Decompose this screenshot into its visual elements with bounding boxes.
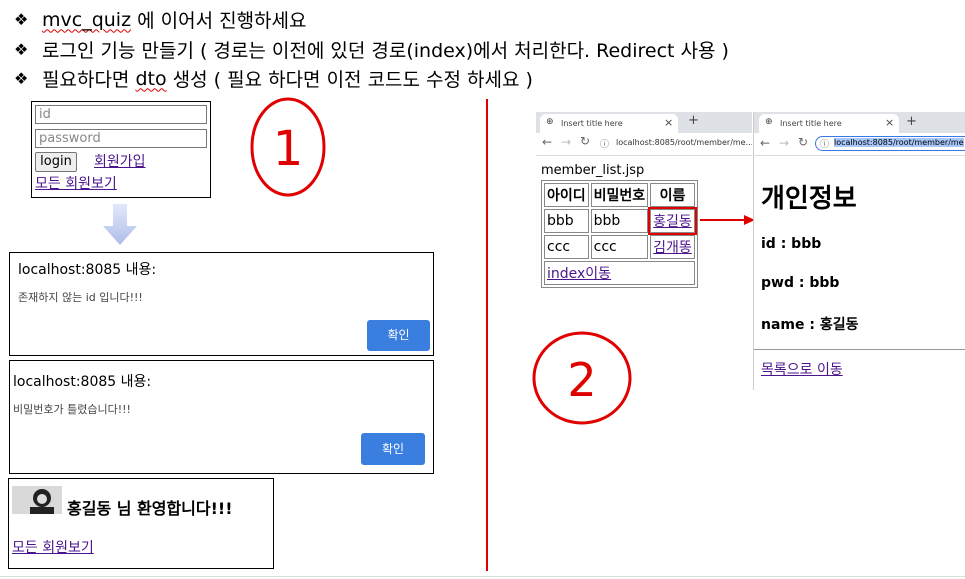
login-form: id password login 회원가입 모든 회원보기 [31, 101, 211, 198]
instruction-1-text: 에 이어서 진행하세요 [131, 10, 307, 32]
table-header-row: 아이디 비밀번호 이름 [544, 183, 695, 207]
url-field[interactable]: ⓘ localhost:8085/root/member/me [815, 136, 965, 151]
close-tab-icon[interactable]: × [664, 116, 673, 129]
instruction-2: ❖ 로그인 기능 만들기 ( 경로는 이전에 있던 경로(index)에서 처리… [14, 36, 729, 63]
tab-title: Insert title here [561, 119, 623, 128]
table-row: bbb bbb 홍길동 [544, 207, 697, 235]
url-text[interactable]: localhost:8085/root/member/me... [616, 138, 752, 147]
info-icon: ⓘ [820, 140, 830, 150]
back-icon[interactable]: ← [542, 135, 552, 149]
member-name-link[interactable]: 홍길동 [653, 214, 692, 230]
dialog-wrong-password: localhost:8085 내용: 비밀번호가 틀렸습니다!!! 확인 [9, 360, 434, 474]
detail-pwd: pwd : bbb [761, 275, 840, 291]
browser-tab[interactable]: ⊕ Insert title here × [759, 114, 899, 133]
reload-icon[interactable]: ↻ [798, 135, 808, 149]
table-cell: bbb [544, 209, 589, 233]
instruction-3: ❖ 필요하다면 dto 생성 ( 필요 하다면 이전 코드도 수정 하세요 ) [14, 65, 533, 92]
horizontal-rule [754, 349, 965, 350]
dialog-title: localhost:8085 내용: [13, 374, 152, 390]
index-link[interactable]: index이동 [547, 266, 611, 282]
close-tab-icon[interactable]: × [885, 116, 894, 129]
annotation-circle-one: 1 [250, 97, 326, 197]
table-row: ccc ccc 김개똥 [544, 235, 695, 259]
instruction-3-text-c: 생성 ( 필요 하다면 이전 코드도 수정 하세요 ) [166, 69, 533, 91]
tab-title: Insert title here [780, 119, 842, 128]
name-link-cell[interactable]: 김개똥 [650, 235, 695, 259]
member-name-link[interactable]: 김개똥 [653, 240, 692, 256]
url-text[interactable]: localhost:8085/root/member/me [834, 138, 964, 147]
dialog-invalid-id: localhost:8085 내용: 존재하지 않는 id 입니다!!! 확인 [9, 252, 434, 356]
annotation-one-label: 1 [273, 121, 304, 177]
diamond-bullet-icon: ❖ [14, 69, 29, 88]
id-input[interactable]: id [35, 105, 207, 124]
view-all-members-link[interactable]: 모든 회원보기 [35, 173, 117, 193]
new-tab-icon[interactable]: + [688, 113, 699, 128]
new-tab-icon[interactable]: + [906, 114, 917, 129]
forward-icon[interactable]: → [779, 136, 789, 150]
detail-title: 개인정보 [761, 184, 857, 214]
instruction-1-keyword: mvc_quiz [42, 8, 132, 31]
back-icon[interactable]: ← [760, 136, 770, 150]
globe-icon: ⊕ [546, 117, 554, 127]
view-all-members-link[interactable]: 모든 회원보기 [12, 537, 94, 557]
page-heading: member_list.jsp [541, 163, 645, 178]
address-bar: ← → ↻ ⓘ localhost:8085/root/member/me [754, 133, 965, 156]
name-link-cell[interactable]: 홍길동 [648, 207, 697, 235]
instruction-2-text: 로그인 기능 만들기 ( 경로는 이전에 있던 경로(index)에서 처리한다… [42, 40, 729, 62]
detail-name: name : 홍길동 [761, 317, 859, 333]
detail-id: id : bbb [761, 236, 822, 252]
member-table: 아이디 비밀번호 이름 bbb bbb 홍길동 ccc ccc 김개똥 inde… [541, 180, 698, 288]
table-cell: ccc [544, 235, 589, 259]
down-arrow-icon [103, 204, 137, 245]
back-to-list-link[interactable]: 목록으로 이동 [761, 359, 843, 379]
dialog-message: 비밀번호가 틀렸습니다!!! [13, 403, 131, 416]
login-button[interactable]: login [35, 152, 77, 172]
password-input[interactable]: password [35, 129, 207, 148]
table-cell: ccc [590, 235, 649, 259]
welcome-message: 홍길동 님 환영합니다!!! [67, 499, 233, 518]
browser-member-detail: ⊕ Insert title here × + ← → ↻ ⓘ localhos… [753, 112, 965, 390]
dialog-ok-button[interactable]: 확인 [367, 320, 430, 351]
diamond-bullet-icon: ❖ [14, 40, 29, 59]
instruction-1: ❖ mvc_quiz 에 이어서 진행하세요 [14, 6, 307, 33]
table-cell: bbb [590, 209, 649, 233]
dialog-title: localhost:8085 내용: [18, 262, 157, 278]
table-row: index이동 [544, 261, 695, 285]
column-header: 비밀번호 [590, 183, 649, 207]
column-header: 이름 [650, 183, 695, 207]
column-header: 아이디 [544, 183, 589, 207]
welcome-panel: 홍길동 님 환영합니다!!! 모든 회원보기 [8, 478, 274, 569]
annotation-circle-two: 2 [532, 331, 632, 425]
instruction-3-keyword: dto [135, 67, 167, 90]
index-link-cell[interactable]: index이동 [544, 261, 695, 285]
divider [486, 99, 488, 571]
info-icon: ⓘ [600, 140, 610, 150]
dialog-ok-button[interactable]: 확인 [361, 433, 425, 465]
bottom-rule [0, 576, 965, 577]
diamond-bullet-icon: ❖ [14, 10, 29, 29]
dialog-message: 존재하지 않는 id 입니다!!! [18, 291, 143, 304]
right-arrow-icon [700, 215, 755, 225]
globe-icon: ⊕ [765, 117, 773, 127]
annotation-two-label: 2 [567, 353, 596, 407]
browser-tab[interactable]: ⊕ Insert title here × [540, 114, 678, 133]
reload-icon[interactable]: ↻ [580, 134, 590, 148]
address-bar: ← → ↻ ⓘ localhost:8085/root/member/me... [536, 133, 752, 156]
signup-link[interactable]: 회원가입 [94, 151, 146, 171]
instruction-3-text-a: 필요하다면 [42, 69, 136, 91]
user-avatar-icon [12, 486, 62, 514]
forward-icon[interactable]: → [561, 135, 571, 149]
